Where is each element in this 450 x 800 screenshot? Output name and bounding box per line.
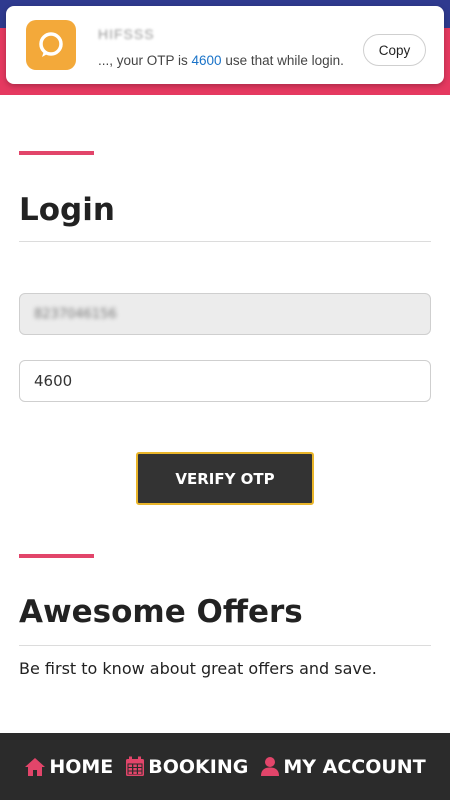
nav-label-account: MY ACCOUNT (283, 755, 426, 778)
otp-input-value: 4600 (34, 372, 73, 390)
calendar-icon (126, 756, 145, 776)
login-divider (19, 241, 431, 242)
nav-label-booking: BOOKING (148, 755, 249, 778)
home-icon (25, 757, 46, 776)
offers-title: Awesome Offers (19, 594, 303, 630)
offers-description: Be first to know about great offers and … (19, 659, 377, 678)
verify-otp-button[interactable]: VERIFY OTP (136, 452, 314, 505)
nav-item-account[interactable]: MY ACCOUNT (260, 755, 426, 778)
login-title: Login (19, 192, 115, 228)
otp-input[interactable]: 4600 (19, 360, 431, 402)
phone-value: 8237046156 (34, 306, 117, 322)
nav-label-home: HOME (49, 755, 114, 778)
otp-code: 4600 (191, 53, 222, 68)
bottom-nav: HOME BOOKING MY ACCOUNT (0, 733, 450, 800)
message-prefix: ..., your OTP is (98, 53, 192, 68)
otp-notification[interactable]: HIFSSS ..., your OTP is 4600 use that wh… (6, 6, 444, 84)
login-accent-line (19, 151, 94, 155)
user-icon (261, 757, 280, 776)
nav-item-home[interactable]: HOME (24, 756, 113, 778)
copy-button[interactable]: Copy (363, 34, 426, 66)
notification-message: ..., your OTP is 4600 use that while log… (98, 53, 344, 68)
nav-item-booking[interactable]: BOOKING (125, 756, 248, 778)
notification-sender: HIFSSS (98, 26, 155, 42)
chat-bubble-icon (26, 20, 76, 70)
message-suffix: use that while login. (221, 53, 344, 68)
phone-field[interactable]: 8237046156 (19, 293, 431, 335)
offers-accent-line (19, 554, 94, 558)
offers-divider (19, 645, 431, 646)
